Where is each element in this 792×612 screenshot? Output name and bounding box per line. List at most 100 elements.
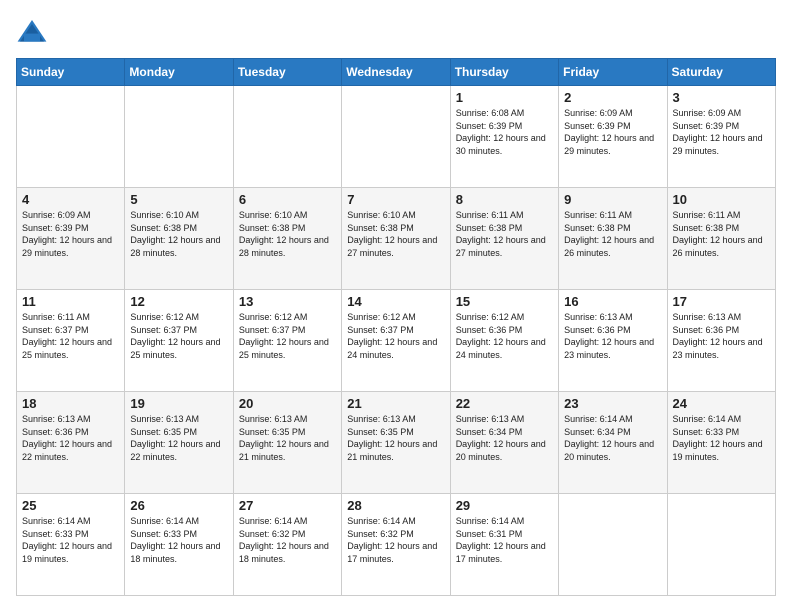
calendar-cell: 17Sunrise: 6:13 AM Sunset: 6:36 PM Dayli… <box>667 290 775 392</box>
calendar-cell: 1 Sunrise: 6:08 AM Sunset: 6:39 PM Daylig… <box>450 86 558 188</box>
day-number: 21 <box>347 396 444 411</box>
calendar-week-row: 4Sunrise: 6:09 AM Sunset: 6:39 PM Daylig… <box>17 188 776 290</box>
header <box>16 16 776 48</box>
calendar-cell: 13 Sunrise: 6:12 AM Sunset: 6:37 PM Dayli… <box>233 290 341 392</box>
day-info: Sunrise: 6:11 AM Sunset: 6:38 PM Dayligh… <box>564 209 661 259</box>
day-info: Sunrise: 6:11 AM Sunset: 6:37 PM Dayligh… <box>22 311 119 361</box>
calendar-cell <box>17 86 125 188</box>
day-number: 28 <box>347 498 444 513</box>
calendar-cell: 28 Sunrise: 6:14 AM Sunset: 6:32 PM Dayli… <box>342 494 450 596</box>
calendar-cell: 22 Sunrise: 6:13 AM Sunset: 6:34 PM Dayli… <box>450 392 558 494</box>
calendar-cell: 21 Sunrise: 6:13 AM Sunset: 6:35 PM Dayli… <box>342 392 450 494</box>
calendar-cell: 29Sunrise: 6:14 AM Sunset: 6:31 PM Dayli… <box>450 494 558 596</box>
calendar-cell: 18 Sunrise: 6:13 AM Sunset: 6:36 PM Dayli… <box>17 392 125 494</box>
day-info: Sunrise: 6:14 AM Sunset: 6:32 PM Dayligh… <box>347 515 444 565</box>
calendar-cell: 5Sunrise: 6:10 AM Sunset: 6:38 PM Daylig… <box>125 188 233 290</box>
calendar-cell: 24 Sunrise: 6:14 AM Sunset: 6:33 PM Dayli… <box>667 392 775 494</box>
calendar-cell: 6Sunrise: 6:10 AM Sunset: 6:38 PM Daylig… <box>233 188 341 290</box>
day-info: Sunrise: 6:13 AM Sunset: 6:35 PM Dayligh… <box>239 413 336 463</box>
day-info: Sunrise: 6:14 AM Sunset: 6:33 PM Dayligh… <box>130 515 227 565</box>
day-number: 2 <box>564 90 661 105</box>
calendar-cell: 23 Sunrise: 6:14 AM Sunset: 6:34 PM Dayli… <box>559 392 667 494</box>
calendar-cell: 4Sunrise: 6:09 AM Sunset: 6:39 PM Daylig… <box>17 188 125 290</box>
day-info: Sunrise: 6:13 AM Sunset: 6:35 PM Dayligh… <box>347 413 444 463</box>
day-number: 29 <box>456 498 553 513</box>
calendar-day-header: Sunday <box>17 59 125 86</box>
day-number: 17 <box>673 294 770 309</box>
day-number: 9 <box>564 192 661 207</box>
calendar-table: SundayMondayTuesdayWednesdayThursdayFrid… <box>16 58 776 596</box>
calendar-cell <box>125 86 233 188</box>
calendar-week-row: 11 Sunrise: 6:11 AM Sunset: 6:37 PM Dayli… <box>17 290 776 392</box>
day-number: 7 <box>347 192 444 207</box>
day-number: 25 <box>22 498 119 513</box>
page: SundayMondayTuesdayWednesdayThursdayFrid… <box>0 0 792 612</box>
day-number: 1 <box>456 90 553 105</box>
day-number: 24 <box>673 396 770 411</box>
calendar-cell: 14Sunrise: 6:12 AM Sunset: 6:37 PM Dayli… <box>342 290 450 392</box>
day-info: Sunrise: 6:13 AM Sunset: 6:36 PM Dayligh… <box>22 413 119 463</box>
calendar-cell: 25 Sunrise: 6:14 AM Sunset: 6:33 PM Dayli… <box>17 494 125 596</box>
calendar-cell <box>667 494 775 596</box>
day-info: Sunrise: 6:09 AM Sunset: 6:39 PM Dayligh… <box>673 107 770 157</box>
calendar-week-row: 25 Sunrise: 6:14 AM Sunset: 6:33 PM Dayli… <box>17 494 776 596</box>
day-number: 3 <box>673 90 770 105</box>
day-number: 12 <box>130 294 227 309</box>
calendar-day-header: Friday <box>559 59 667 86</box>
calendar-cell: 10 Sunrise: 6:11 AM Sunset: 6:38 PM Dayli… <box>667 188 775 290</box>
calendar-week-row: 1 Sunrise: 6:08 AM Sunset: 6:39 PM Daylig… <box>17 86 776 188</box>
day-number: 13 <box>239 294 336 309</box>
calendar-cell: 16Sunrise: 6:13 AM Sunset: 6:36 PM Dayli… <box>559 290 667 392</box>
calendar-cell: 3 Sunrise: 6:09 AM Sunset: 6:39 PM Daylig… <box>667 86 775 188</box>
day-info: Sunrise: 6:12 AM Sunset: 6:36 PM Dayligh… <box>456 311 553 361</box>
day-info: Sunrise: 6:14 AM Sunset: 6:32 PM Dayligh… <box>239 515 336 565</box>
calendar-cell: 9 Sunrise: 6:11 AM Sunset: 6:38 PM Daylig… <box>559 188 667 290</box>
day-info: Sunrise: 6:09 AM Sunset: 6:39 PM Dayligh… <box>22 209 119 259</box>
calendar-cell: 26 Sunrise: 6:14 AM Sunset: 6:33 PM Dayli… <box>125 494 233 596</box>
day-info: Sunrise: 6:10 AM Sunset: 6:38 PM Dayligh… <box>347 209 444 259</box>
logo <box>16 16 52 48</box>
day-number: 5 <box>130 192 227 207</box>
day-number: 19 <box>130 396 227 411</box>
day-info: Sunrise: 6:14 AM Sunset: 6:33 PM Dayligh… <box>673 413 770 463</box>
day-number: 8 <box>456 192 553 207</box>
day-number: 20 <box>239 396 336 411</box>
day-number: 27 <box>239 498 336 513</box>
calendar-cell <box>233 86 341 188</box>
calendar-cell: 8 Sunrise: 6:11 AM Sunset: 6:38 PM Daylig… <box>450 188 558 290</box>
day-number: 26 <box>130 498 227 513</box>
calendar-cell: 20 Sunrise: 6:13 AM Sunset: 6:35 PM Dayli… <box>233 392 341 494</box>
day-info: Sunrise: 6:13 AM Sunset: 6:36 PM Dayligh… <box>564 311 661 361</box>
day-number: 15 <box>456 294 553 309</box>
calendar-day-header: Tuesday <box>233 59 341 86</box>
day-info: Sunrise: 6:12 AM Sunset: 6:37 PM Dayligh… <box>130 311 227 361</box>
day-number: 14 <box>347 294 444 309</box>
calendar-day-header: Thursday <box>450 59 558 86</box>
calendar-day-header: Wednesday <box>342 59 450 86</box>
calendar-week-row: 18 Sunrise: 6:13 AM Sunset: 6:36 PM Dayli… <box>17 392 776 494</box>
day-info: Sunrise: 6:14 AM Sunset: 6:33 PM Dayligh… <box>22 515 119 565</box>
calendar-cell: 12 Sunrise: 6:12 AM Sunset: 6:37 PM Dayli… <box>125 290 233 392</box>
day-number: 23 <box>564 396 661 411</box>
day-info: Sunrise: 6:11 AM Sunset: 6:38 PM Dayligh… <box>673 209 770 259</box>
day-number: 22 <box>456 396 553 411</box>
calendar-header-row: SundayMondayTuesdayWednesdayThursdayFrid… <box>17 59 776 86</box>
day-number: 18 <box>22 396 119 411</box>
day-number: 10 <box>673 192 770 207</box>
calendar-cell: 27 Sunrise: 6:14 AM Sunset: 6:32 PM Dayli… <box>233 494 341 596</box>
calendar-cell: 19 Sunrise: 6:13 AM Sunset: 6:35 PM Dayli… <box>125 392 233 494</box>
calendar-day-header: Monday <box>125 59 233 86</box>
logo-icon <box>16 16 48 48</box>
day-info: Sunrise: 6:14 AM Sunset: 6:34 PM Dayligh… <box>564 413 661 463</box>
calendar-cell: 7 Sunrise: 6:10 AM Sunset: 6:38 PM Daylig… <box>342 188 450 290</box>
day-number: 11 <box>22 294 119 309</box>
calendar-cell <box>559 494 667 596</box>
calendar-cell: 2 Sunrise: 6:09 AM Sunset: 6:39 PM Daylig… <box>559 86 667 188</box>
calendar-cell: 11 Sunrise: 6:11 AM Sunset: 6:37 PM Dayli… <box>17 290 125 392</box>
day-info: Sunrise: 6:09 AM Sunset: 6:39 PM Dayligh… <box>564 107 661 157</box>
day-info: Sunrise: 6:13 AM Sunset: 6:34 PM Dayligh… <box>456 413 553 463</box>
day-info: Sunrise: 6:12 AM Sunset: 6:37 PM Dayligh… <box>239 311 336 361</box>
day-info: Sunrise: 6:13 AM Sunset: 6:35 PM Dayligh… <box>130 413 227 463</box>
day-info: Sunrise: 6:08 AM Sunset: 6:39 PM Dayligh… <box>456 107 553 157</box>
day-info: Sunrise: 6:11 AM Sunset: 6:38 PM Dayligh… <box>456 209 553 259</box>
